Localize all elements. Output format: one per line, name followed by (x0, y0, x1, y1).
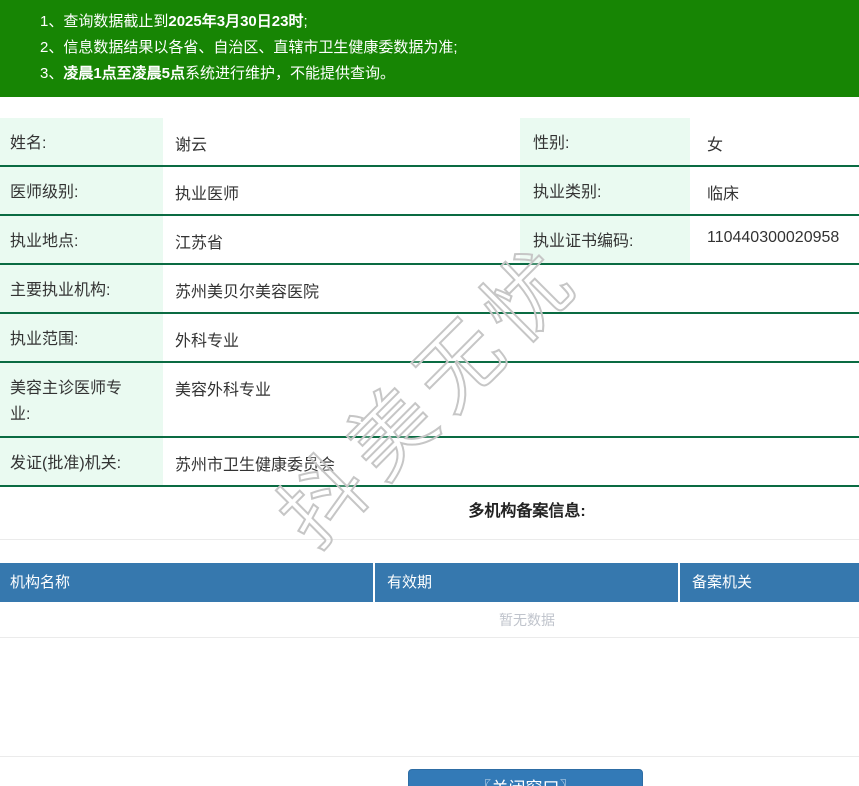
practice-scope-label: 执业范围: (0, 314, 163, 361)
multi-org-table-header: 机构名称 有效期 备案机关 (0, 563, 859, 602)
doctor-level-value: 执业医师 (175, 186, 240, 203)
gender-label: 性别: (520, 118, 690, 165)
main-institution-label: 主要执业机构: (0, 265, 163, 312)
table-row-name-gender: 姓名: 谢云 性别: 女 (0, 118, 859, 167)
cosmetic-specialty-value: 美容外科专业 (175, 382, 272, 399)
table-row-level-category: 医师级别: 执业医师 执业类别: 临床 (0, 167, 859, 216)
notice-line-1: 1、查询数据截止到2025年3月30日23时; (40, 9, 839, 35)
close-window-button[interactable]: 〖关闭窗口〗 (408, 769, 643, 786)
column-header-validity-period: 有效期 (375, 563, 680, 602)
issuing-authority-label: 发证(批准)机关: (0, 438, 163, 485)
content-spacer (0, 638, 859, 757)
notice-line-1-bold: 2025年3月30日23时 (168, 13, 304, 30)
notice-banner: 1、查询数据截止到2025年3月30日23时; 2、信息数据结果以各省、自治区、… (0, 0, 859, 97)
name-value: 谢云 (175, 137, 208, 154)
footer-bar: 〖关闭窗口〗 ©本图由平台注册用户上传 (0, 757, 859, 786)
notice-line-3-bold: 凌晨1点至凌晨5点 (63, 65, 186, 82)
issuing-authority-value: 苏州市卫生健康委员会 (175, 457, 336, 474)
table-row-issuing-authority: 发证(批准)机关: 苏州市卫生健康委员会 (0, 438, 859, 487)
practitioner-info-table: 姓名: 谢云 性别: 女 医师级别: 执业医师 执业类别: 临床 执业地点: 江… (0, 118, 859, 487)
notice-line-2: 2、信息数据结果以各省、自治区、直辖市卫生健康委数据为准; (40, 35, 839, 61)
table-row-location-certificate: 执业地点: 江苏省 执业证书编码: 110440300020958 (0, 216, 859, 265)
notice-line-3-number: 3、 (40, 65, 64, 82)
notice-line-2-text: 信息数据结果以各省、自治区、直辖市卫生健康委数据为准; (63, 39, 458, 56)
cosmetic-specialty-label: 美容主诊医师专业: (0, 363, 163, 436)
practice-category-value: 临床 (707, 186, 740, 203)
practice-category-label: 执业类别: (520, 167, 690, 214)
column-header-filing-authority: 备案机关 (692, 574, 753, 591)
main-institution-value: 苏州美贝尔美容医院 (175, 284, 320, 301)
table-row-practice-scope: 执业范围: 外科专业 (0, 314, 859, 363)
notice-line-1-suffix: ; (303, 13, 308, 30)
gender-value: 女 (707, 137, 724, 154)
certificate-no-label: 执业证书编码: (520, 216, 690, 263)
multi-org-section-title: 多机构备案信息: (0, 487, 859, 540)
notice-line-1-text: 查询数据截止到 (63, 13, 169, 30)
empty-data-placeholder: 暂无数据 (0, 602, 859, 638)
practice-location-value: 江苏省 (175, 235, 224, 252)
table-row-main-institution: 主要执业机构: 苏州美贝尔美容医院 (0, 265, 859, 314)
table-row-cosmetic-specialty: 美容主诊医师专业: 美容外科专业 (0, 363, 859, 438)
multi-org-table: 机构名称 有效期 备案机关 暂无数据 (0, 563, 859, 638)
practice-scope-value: 外科专业 (175, 333, 240, 350)
certificate-no-value: 110440300020958 (707, 229, 840, 246)
name-label: 姓名: (0, 118, 163, 165)
doctor-level-label: 医师级别: (0, 167, 163, 214)
column-header-institution-name: 机构名称 (0, 563, 375, 602)
practitioner-query-result-page: 1、查询数据截止到2025年3月30日23时; 2、信息数据结果以各省、自治区、… (0, 0, 859, 786)
notice-line-3-suffix: 系统进行维护，不能提供查询。 (185, 65, 396, 82)
notice-line-1-number: 1、 (40, 13, 64, 30)
practice-location-label: 执业地点: (0, 216, 163, 263)
notice-line-3: 3、凌晨1点至凌晨5点系统进行维护，不能提供查询。 (40, 61, 839, 87)
notice-line-2-number: 2、 (40, 39, 64, 56)
